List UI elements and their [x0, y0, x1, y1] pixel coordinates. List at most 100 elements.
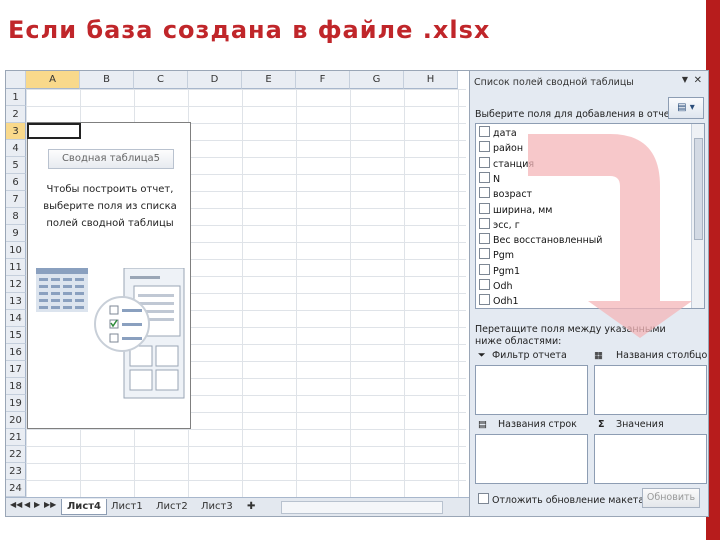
row-header-14[interactable]: 14	[6, 310, 26, 327]
nav-first-icon[interactable]: ◀◀	[10, 500, 22, 509]
row-header-23[interactable]: 23	[6, 463, 26, 480]
row-header-3[interactable]: 3	[6, 123, 26, 140]
column-header-g[interactable]: G	[350, 71, 404, 89]
field-checkbox[interactable]	[479, 233, 490, 245]
field-label: Pgm	[493, 250, 515, 262]
row-header-20[interactable]: 20	[6, 412, 26, 429]
layout-icon[interactable]: ▤ ▾	[668, 97, 704, 119]
field-checkbox[interactable]	[479, 156, 490, 168]
field-item[interactable]: N	[479, 171, 501, 187]
row-header-7[interactable]: 7	[6, 191, 26, 208]
column-labels-label: Названия столбцов	[616, 350, 709, 361]
arrow-curve-icon	[528, 134, 692, 338]
row-header-8[interactable]: 8	[6, 208, 26, 225]
update-button[interactable]: Обновить	[642, 488, 700, 508]
row-header-12[interactable]: 12	[6, 276, 26, 293]
slide-title: Если база создана в файле .xlsx	[8, 16, 491, 44]
field-item[interactable]: дата	[479, 126, 517, 141]
row-header-19[interactable]: 19	[6, 395, 26, 412]
row-header-15[interactable]: 15	[6, 327, 26, 344]
column-header-e[interactable]: E	[242, 71, 296, 89]
field-checkbox[interactable]	[479, 126, 490, 137]
sheet-tab-list4[interactable]: Лист4	[61, 499, 107, 515]
field-label: Pgm1	[493, 265, 521, 277]
field-checkbox[interactable]	[479, 217, 490, 229]
report-filter-label: Фильтр отчета	[492, 350, 567, 361]
horizontal-scrollbar[interactable]	[281, 501, 443, 514]
row-header-10[interactable]: 10	[6, 242, 26, 259]
columns-icon: ▦	[594, 350, 603, 361]
field-item[interactable]: Pgm1	[479, 263, 521, 279]
sheet-tab-list2[interactable]: Лист2	[151, 499, 193, 514]
row-header-18[interactable]: 18	[6, 378, 26, 395]
row-header-13[interactable]: 13	[6, 293, 26, 310]
field-checkbox[interactable]	[479, 294, 490, 306]
column-header-f[interactable]: F	[296, 71, 350, 89]
column-header-b[interactable]: B	[80, 71, 134, 89]
field-item[interactable]: Pgm	[479, 248, 514, 263]
checklist-icon	[94, 296, 150, 352]
row-header-4[interactable]: 4	[6, 140, 26, 157]
values-area[interactable]	[594, 434, 707, 484]
field-item[interactable]: Odh	[479, 279, 513, 294]
defer-update-label: Отложить обновление макета	[492, 495, 645, 506]
source-table-icon	[36, 268, 88, 312]
field-label: Odh	[493, 281, 513, 292]
field-label: дата	[493, 128, 517, 139]
choose-fields-label: Выберите поля для добавления в отчет:	[475, 109, 679, 120]
panel-title: Список полей сводной таблицы	[474, 77, 634, 88]
field-label: Odh1	[493, 296, 519, 308]
column-header-c[interactable]: C	[134, 71, 188, 89]
nav-next-icon[interactable]: ▶	[34, 500, 40, 509]
row-labels-area[interactable]	[475, 434, 588, 484]
sheet-tab-list1[interactable]: Лист1	[106, 499, 148, 514]
pivot-instruction-text: Чтобы построить отчет, выберите поля из …	[43, 184, 177, 229]
excel-sheet[interactable]: ABCDEFGH 1 2 3 4 5 6 7 8 9 10 11 12 13 14 15 16 17 18 19 20…	[5, 70, 470, 517]
column-labels-area[interactable]	[594, 365, 707, 415]
field-checkbox[interactable]	[479, 171, 490, 183]
field-checkbox[interactable]	[479, 263, 490, 275]
field-label: район	[493, 143, 524, 155]
values-label: Значения	[616, 419, 664, 430]
select-all-corner[interactable]	[6, 71, 26, 89]
field-checkbox[interactable]	[479, 187, 490, 199]
row-header-6[interactable]: 6	[6, 174, 26, 191]
row-header-9[interactable]: 9	[6, 225, 26, 242]
pivot-illustration-icon	[36, 268, 185, 399]
field-item[interactable]: Odh1	[479, 294, 519, 308]
column-header-h[interactable]: H	[404, 71, 458, 89]
panel-dropdown-icon[interactable]: ▼	[682, 75, 688, 84]
field-checkbox[interactable]	[479, 248, 490, 260]
column-header-d[interactable]: D	[188, 71, 242, 89]
field-checkbox[interactable]	[479, 279, 490, 290]
insert-sheet-icon[interactable]: ✚	[242, 499, 260, 514]
row-header-22[interactable]: 22	[6, 446, 26, 463]
field-label: эсс, г	[493, 219, 520, 231]
row-header-11[interactable]: 11	[6, 259, 26, 276]
row-header-5[interactable]: 5	[6, 157, 26, 174]
row-header-21[interactable]: 21	[6, 429, 26, 446]
report-filter-area[interactable]	[475, 365, 588, 415]
pivot-table-name-button[interactable]: Сводная таблица5	[48, 149, 174, 169]
nav-last-icon[interactable]: ▶▶	[44, 500, 56, 509]
row-header-16[interactable]: 16	[6, 344, 26, 361]
row-header-1[interactable]: 1	[6, 89, 26, 106]
field-label: N	[493, 173, 501, 185]
column-header-a[interactable]: A	[26, 71, 80, 89]
sigma-icon: Σ	[598, 419, 605, 430]
row-header-24[interactable]: 24	[6, 480, 26, 497]
filter-icon: ⏷	[478, 350, 486, 361]
field-checkbox[interactable]	[479, 141, 490, 153]
field-checkbox[interactable]	[479, 202, 490, 214]
sheet-tab-list3[interactable]: Лист3	[196, 499, 238, 514]
active-cell-a3[interactable]	[27, 123, 81, 139]
nav-prev-icon[interactable]: ◀	[24, 500, 30, 509]
field-item[interactable]: район	[479, 141, 523, 156]
rows-icon: ▤	[478, 419, 487, 430]
row-header-2[interactable]: 2	[6, 106, 26, 123]
pivot-table-placeholder[interactable]: Сводная таблица5 Чтобы построить отчет, …	[27, 122, 191, 429]
row-header-17[interactable]: 17	[6, 361, 26, 378]
close-icon[interactable]: ✕	[694, 75, 702, 86]
defer-update-checkbox[interactable]: Отложить обновление макета	[478, 493, 644, 506]
field-item[interactable]: эсс, г	[479, 217, 520, 233]
